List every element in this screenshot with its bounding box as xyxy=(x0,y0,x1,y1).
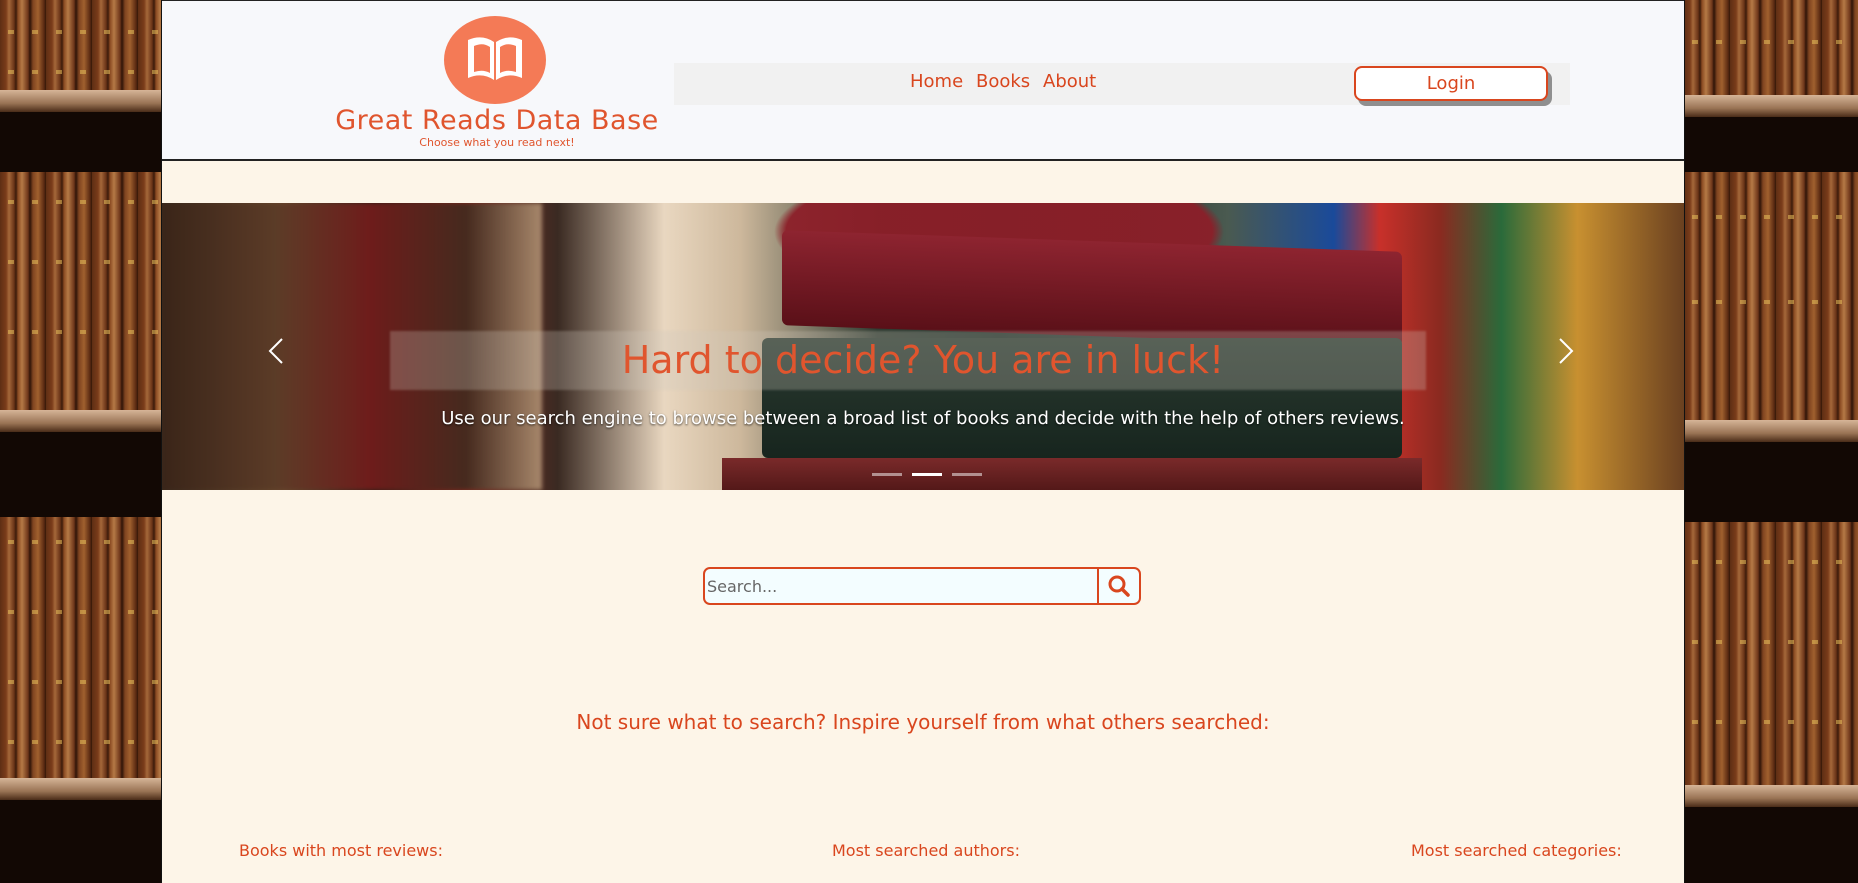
logo[interactable] xyxy=(444,16,546,104)
nav-about-link[interactable]: About xyxy=(1043,71,1096,92)
search-input[interactable] xyxy=(707,571,1097,601)
login-button[interactable]: Login xyxy=(1354,66,1548,101)
hero-carousel: Hard to decide? You are in luck! Use our… xyxy=(162,203,1684,490)
carousel-prev-button[interactable] xyxy=(258,331,298,371)
bookshelf-right-background xyxy=(1684,0,1858,883)
carousel-next-button[interactable] xyxy=(1544,331,1584,371)
search-icon xyxy=(1108,575,1130,597)
nav-home-link[interactable]: Home xyxy=(910,71,963,92)
carousel-subtitle: Use our search engine to browse between … xyxy=(441,408,1405,429)
site-header: Great Reads Data Base Choose what you re… xyxy=(162,0,1684,161)
carousel-indicator-1[interactable] xyxy=(872,473,902,476)
chevron-left-icon xyxy=(268,338,283,364)
main-page: Great Reads Data Base Choose what you re… xyxy=(161,0,1685,883)
carousel-title: Hard to decide? You are in luck! xyxy=(621,338,1225,382)
search-button[interactable] xyxy=(1097,569,1139,603)
bookshelf-left-background xyxy=(0,0,162,883)
chevron-right-icon xyxy=(1559,338,1574,364)
brand-tagline: Choose what you read next! xyxy=(419,136,575,149)
most-authors-heading: Most searched authors: xyxy=(832,841,1020,860)
carousel-indicator-2[interactable] xyxy=(912,473,943,476)
nav-books-link[interactable]: Books xyxy=(976,71,1030,92)
open-book-icon xyxy=(468,37,522,80)
carousel-indicators xyxy=(872,461,987,480)
most-categories-heading: Most searched categories: xyxy=(1411,841,1622,860)
carousel-image-book xyxy=(782,230,1402,347)
brand-title: Great Reads Data Base xyxy=(335,105,659,136)
carousel-indicator-3[interactable] xyxy=(952,473,983,476)
most-reviews-heading: Books with most reviews: xyxy=(239,841,443,860)
inspire-heading: Not sure what to search? Inspire yoursel… xyxy=(576,710,1270,734)
search-box xyxy=(703,567,1141,605)
